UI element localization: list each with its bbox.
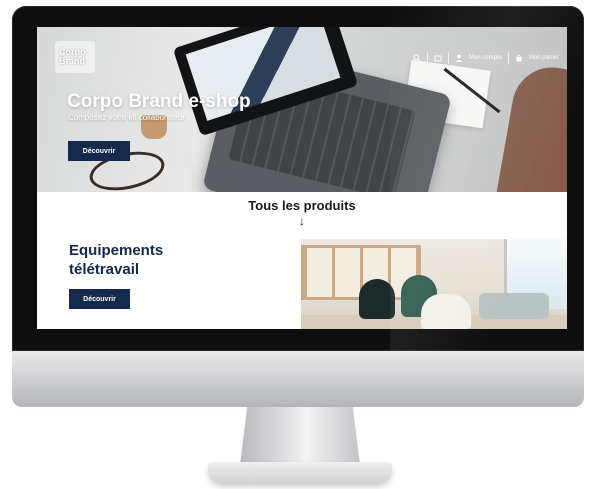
bag-icon[interactable] (515, 54, 523, 62)
equipment-discover-button[interactable]: Découvrir (69, 289, 130, 309)
hero-subtitle: Composez votre kit collaborateur (68, 113, 185, 122)
equipment-title-line-1: Equipements (69, 242, 164, 259)
nav-divider (447, 52, 449, 64)
nav-divider (507, 52, 509, 64)
room-sofa (479, 293, 549, 319)
monitor-stand-foot (208, 462, 392, 484)
all-products-heading[interactable]: Tous les produits (37, 198, 567, 213)
hero-chair-image (495, 61, 567, 192)
monitor-chin (12, 351, 584, 407)
browser-screen: Corpo Brand Mon compte Mon panier Corpo … (37, 27, 567, 329)
top-nav: Mon compte Mon panier (413, 52, 559, 64)
monitor-stand-neck (240, 407, 360, 465)
arrow-down-icon[interactable]: ↓ (37, 214, 567, 228)
cart-link[interactable]: Mon panier (529, 55, 559, 61)
search-icon[interactable] (413, 54, 421, 62)
office-room-image (301, 239, 567, 329)
hero-banner: Corpo Brand Mon compte Mon panier Corpo … (37, 27, 567, 192)
room-chair-dark (359, 279, 395, 319)
hero-discover-button[interactable]: Découvrir (68, 141, 130, 161)
site-logo[interactable]: Corpo Brand (55, 41, 95, 73)
room-chair-white (421, 294, 471, 329)
nav-divider (426, 52, 428, 64)
account-link[interactable]: Mon compte (469, 55, 502, 61)
user-icon[interactable] (455, 54, 463, 62)
equipment-title-line-2: télétravail (69, 261, 140, 278)
cart-icon[interactable] (434, 54, 442, 62)
logo-line-2: Brand (59, 56, 86, 66)
hero-title: Corpo Brand e-shop (67, 91, 251, 112)
equipment-title: Equipements télétravail (69, 241, 219, 279)
